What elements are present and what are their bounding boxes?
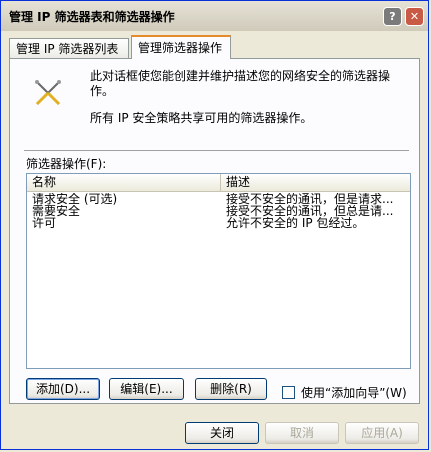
list-header: 名称 描述: [27, 174, 410, 192]
edit-button[interactable]: 编辑(E)...: [109, 378, 184, 400]
tab-filter-actions[interactable]: 管理筛选器操作: [131, 35, 231, 59]
list-item-description: 允许不安全的 IP 包经过。: [226, 217, 365, 229]
help-icon: ?: [389, 10, 396, 23]
column-header-name[interactable]: 名称: [27, 174, 221, 191]
list-item-name: 请求安全 (可选): [32, 193, 118, 205]
list-item-name: 需要安全: [32, 205, 81, 217]
help-button[interactable]: ?: [383, 7, 402, 26]
window-title: 管理 IP 筛选器表和筛选器操作: [9, 10, 175, 24]
list-item[interactable]: 需要安全 接受不安全的通讯，但总是请...: [27, 205, 410, 217]
title-bar[interactable]: 管理 IP 筛选器表和筛选器操作 ? ✕: [1, 1, 428, 31]
use-wizard-checkbox[interactable]: [282, 386, 295, 399]
tab-filter-lists[interactable]: 管理 IP 筛选器列表: [9, 38, 129, 58]
add-button[interactable]: 添加(D)...: [26, 378, 100, 400]
remove-button[interactable]: 删除(R): [195, 378, 267, 400]
close-button[interactable]: 关闭: [185, 422, 259, 444]
apply-button[interactable]: 应用(A): [345, 422, 419, 444]
list-label: 筛选器操作(F):: [26, 157, 107, 171]
dialog-window: 管理 IP 筛选器表和筛选器操作 ? ✕ 管理 IP 筛选器列表 管理筛选器操作…: [0, 0, 429, 450]
crossed-tools-icon: [35, 80, 61, 106]
column-header-description[interactable]: 描述: [221, 174, 410, 191]
list-item-description: 接受不安全的通讯，但总是请...: [226, 205, 394, 217]
list-item-description: 接受不安全的通讯，但是请求...: [226, 193, 394, 205]
close-icon: ✕: [409, 10, 420, 23]
close-window-button[interactable]: ✕: [405, 7, 424, 26]
filter-actions-list[interactable]: 名称 描述 请求安全 (可选) 接受不安全的通讯，但是请求... 需要安全 接受…: [26, 173, 411, 369]
use-wizard-label: 使用“添加向导”(W): [301, 386, 407, 400]
list-item[interactable]: 许可 允许不安全的 IP 包经过。: [27, 217, 410, 229]
dialog-description: 此对话框使您能创建并维护描述您的网络安全的筛选器操作。: [90, 69, 391, 98]
list-item-name: 许可: [32, 217, 57, 229]
cancel-button[interactable]: 取消: [265, 422, 339, 444]
list-item[interactable]: 请求安全 (可选) 接受不安全的通讯，但是请求...: [27, 193, 410, 205]
tab-panel: 此对话框使您能创建并维护描述您的网络安全的筛选器操作。 所有 IP 安全策略共享…: [9, 58, 420, 404]
separator: [24, 150, 409, 151]
dialog-note: 所有 IP 安全策略共享可用的筛选器操作。: [90, 111, 313, 125]
